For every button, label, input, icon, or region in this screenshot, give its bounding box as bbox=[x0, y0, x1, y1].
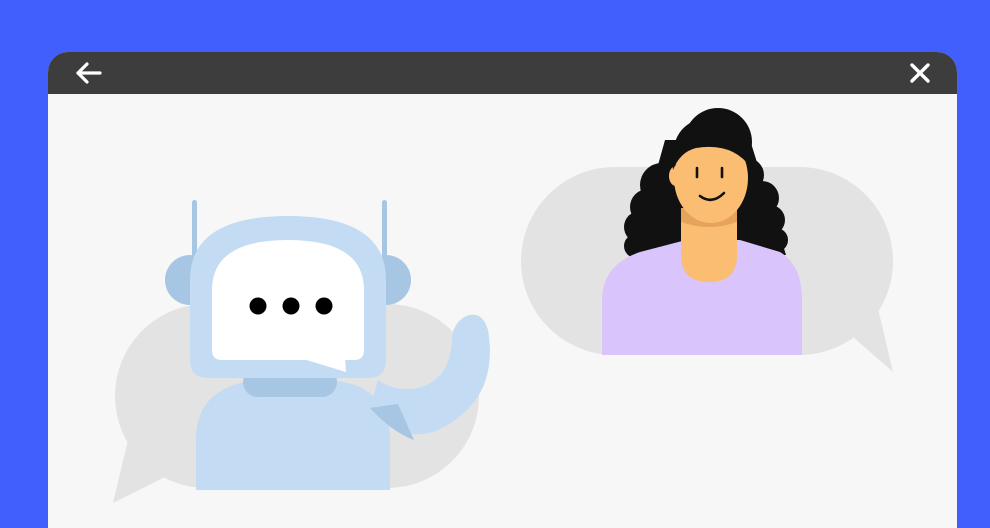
app-window bbox=[48, 52, 957, 528]
arrow-left-icon bbox=[76, 62, 102, 84]
typing-dot bbox=[315, 297, 333, 315]
close-icon bbox=[910, 63, 930, 83]
back-button[interactable] bbox=[72, 57, 104, 89]
typing-dot bbox=[282, 297, 300, 315]
person-avatar bbox=[602, 108, 802, 355]
chat-illustration bbox=[113, 108, 893, 503]
typing-dot bbox=[249, 297, 267, 315]
title-bar bbox=[48, 52, 957, 94]
close-button[interactable] bbox=[904, 57, 936, 89]
